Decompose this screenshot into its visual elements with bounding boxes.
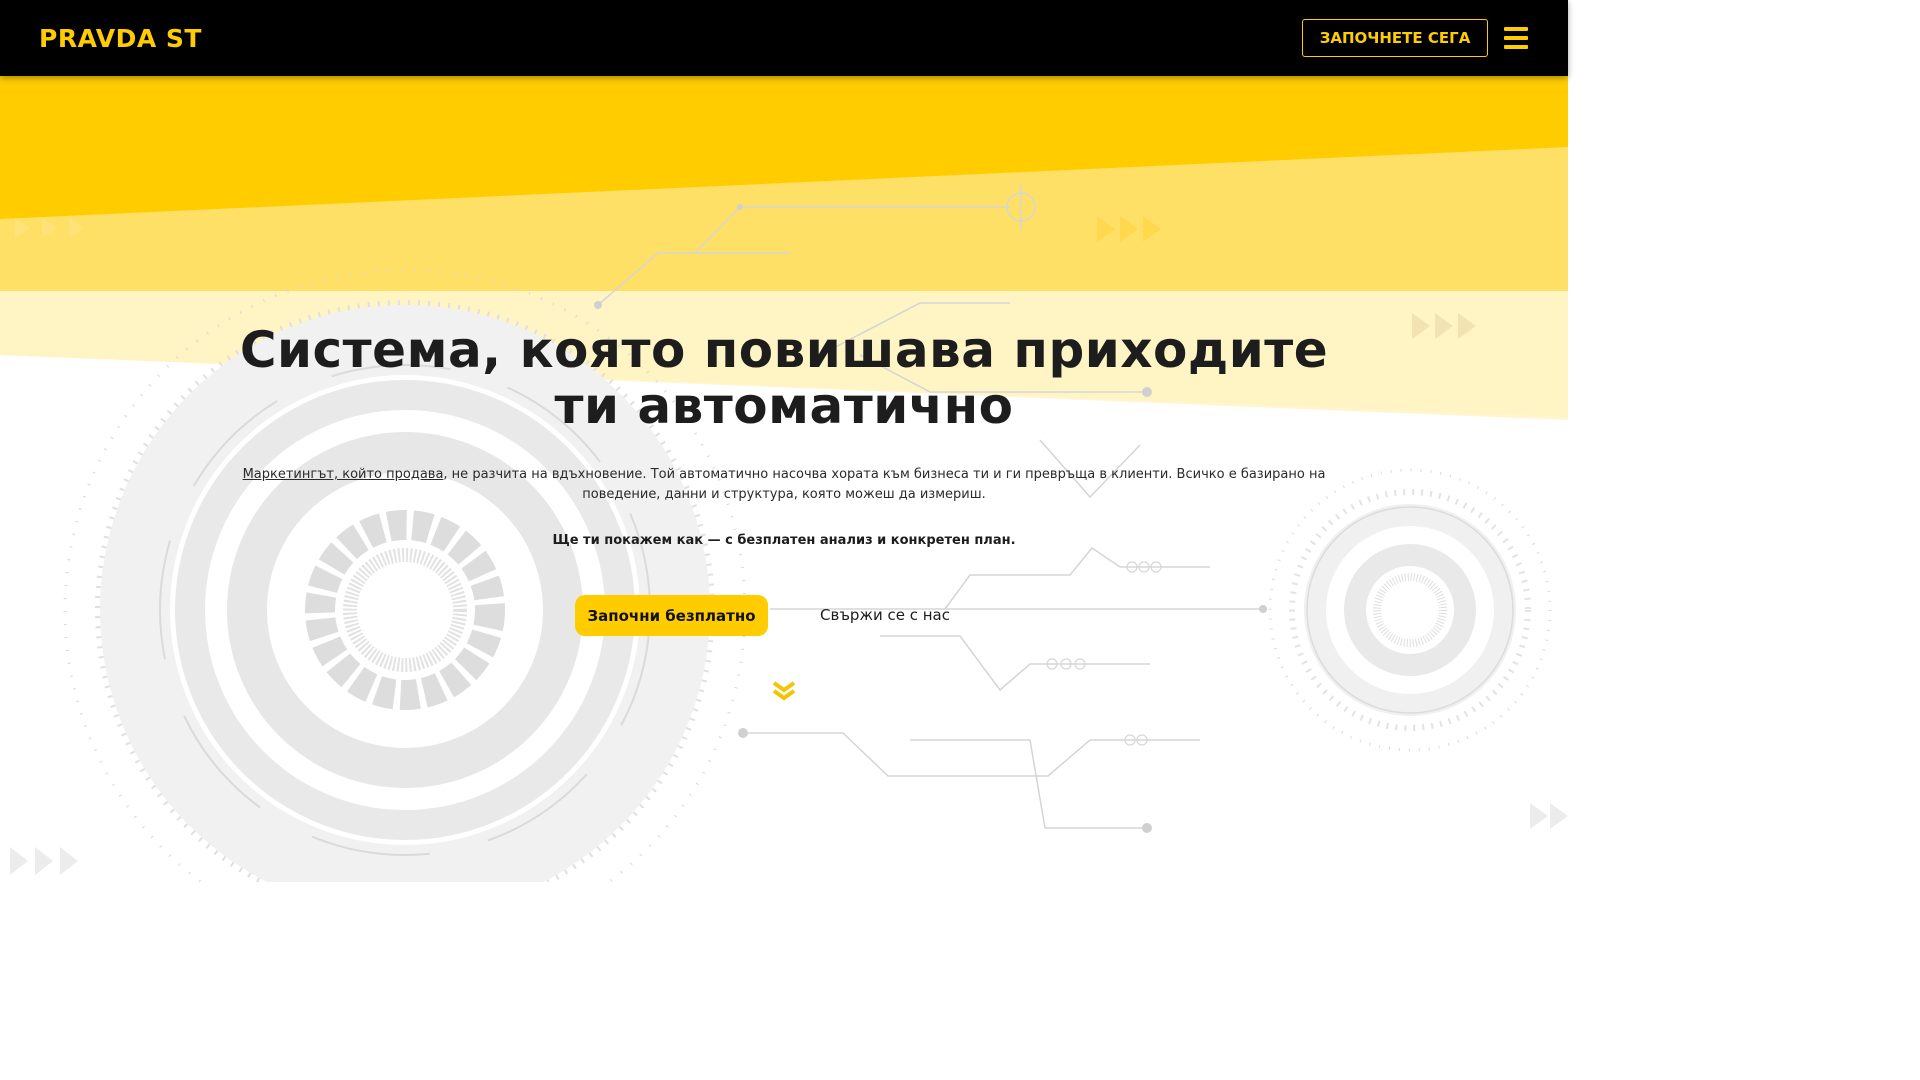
contact-us-button[interactable]: Свържи се с нас — [812, 598, 958, 632]
hero-headline-line-2: ти автоматично — [554, 377, 1014, 435]
hamburger-menu-icon[interactable] — [1504, 27, 1528, 49]
hero-section: Система, която повишава приходите ти авт… — [0, 0, 1568, 882]
site-logo[interactable]: PRAVDA ST — [39, 24, 202, 54]
hero-intro-text: Маркетингът, който продава, не разчита н… — [209, 465, 1359, 505]
start-free-button[interactable]: Започни безплатно — [575, 595, 768, 636]
start-now-button[interactable]: ЗАПОЧНЕТЕ СЕГА — [1302, 19, 1488, 57]
marketing-link[interactable]: Маркетингът, който продава — [243, 467, 444, 482]
hero-headline: Система, която повишава приходите ти авт… — [184, 322, 1384, 434]
intro-body-text: , не разчита на вдъхновение. Той автомат… — [443, 467, 1326, 502]
site-header: PRAVDA ST ЗАПОЧНЕТЕ СЕГА — [0, 0, 1568, 76]
hero-subtext: Ще ти покажем как — с безплатен анализ и… — [552, 533, 1016, 548]
hero-headline-line-1: Система, която повишава приходите — [239, 321, 1329, 379]
chevron-double-down-icon[interactable] — [771, 677, 797, 703]
